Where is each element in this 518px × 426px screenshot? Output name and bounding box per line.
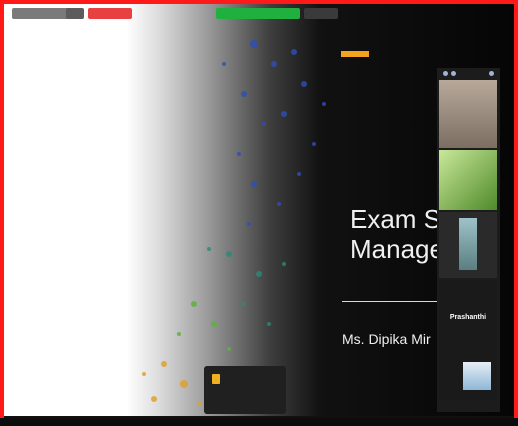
slide-accent-bar bbox=[341, 51, 369, 57]
slide-title: Exam S Manage bbox=[350, 204, 444, 264]
participant-tile-2[interactable] bbox=[439, 150, 497, 210]
participant-thumbnail bbox=[463, 362, 491, 390]
participant-tile-1[interactable] bbox=[439, 80, 497, 148]
slide-divider bbox=[342, 301, 440, 302]
top-toolbar bbox=[4, 4, 514, 22]
participant-video bbox=[459, 218, 477, 270]
toolbar-pill-3[interactable] bbox=[88, 8, 132, 19]
slide-presenter: Ms. Dipika Mir bbox=[342, 331, 431, 347]
minimize-icon[interactable] bbox=[489, 71, 494, 76]
fullscreen-icon[interactable] bbox=[494, 8, 508, 19]
gallery-toolbar bbox=[437, 68, 500, 80]
participant-tile-4[interactable]: Prashanthi bbox=[439, 280, 497, 400]
view-icon[interactable] bbox=[443, 71, 448, 76]
toolbar-pill-2[interactable] bbox=[66, 8, 84, 19]
frame-bottom bbox=[0, 418, 518, 426]
view-options-pill[interactable] bbox=[304, 8, 338, 19]
slide-title-line-2: Manage bbox=[350, 234, 444, 264]
participant-gallery: Prashanthi bbox=[437, 68, 500, 412]
toolbar-pill-1[interactable] bbox=[12, 8, 72, 19]
notification-icon bbox=[212, 374, 220, 384]
grid-icon[interactable] bbox=[451, 71, 456, 76]
notification-popup[interactable] bbox=[204, 366, 286, 414]
slide-title-line-1: Exam S bbox=[350, 204, 442, 234]
participant-name-label: Prashanthi bbox=[449, 314, 487, 321]
participant-tile-3[interactable] bbox=[439, 212, 497, 278]
shared-screen: Exam S Manage Ms. Dipika Mir Prashanthi bbox=[4, 4, 514, 416]
sharing-status-pill[interactable] bbox=[216, 8, 300, 19]
